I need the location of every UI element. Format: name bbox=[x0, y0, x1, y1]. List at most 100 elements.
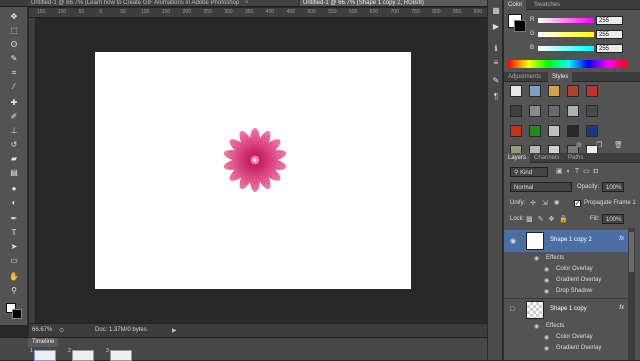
effects-eye-icon[interactable]: ◉ bbox=[534, 323, 539, 330]
effect-row-gradient-overlay[interactable]: ◉ Gradient Overlay bbox=[504, 343, 632, 354]
brush-presets-icon[interactable]: ✎ bbox=[491, 76, 501, 86]
pen-tool-icon[interactable]: ✒ bbox=[6, 213, 22, 224]
info-icon[interactable]: ℹ bbox=[491, 44, 501, 54]
tab-layers[interactable]: Layers bbox=[504, 153, 531, 163]
style-swatch[interactable] bbox=[586, 105, 598, 117]
style-swatch[interactable] bbox=[586, 85, 598, 97]
close-icon[interactable]: × bbox=[245, 0, 249, 6]
effect-eye-icon[interactable]: ◉ bbox=[544, 277, 549, 284]
new-style-icon[interactable]: ❐ bbox=[596, 141, 602, 149]
effect-eye-icon[interactable]: ◉ bbox=[544, 345, 549, 352]
actions-icon[interactable]: ▶ bbox=[491, 22, 501, 32]
dodge-tool-icon[interactable]: ◐ bbox=[6, 197, 22, 208]
effects-eye-icon[interactable]: ◉ bbox=[534, 255, 539, 262]
status-menu-arrow[interactable]: ▶ bbox=[172, 327, 177, 334]
style-swatch[interactable] bbox=[529, 85, 541, 97]
tab-styles[interactable]: Styles bbox=[548, 72, 573, 82]
move-tool-icon[interactable]: ✥ bbox=[6, 11, 22, 22]
type-tool-icon[interactable]: T bbox=[6, 227, 22, 238]
red-slider[interactable] bbox=[538, 18, 594, 23]
document-canvas[interactable] bbox=[95, 52, 411, 289]
effect-eye-icon[interactable]: ◉ bbox=[544, 334, 549, 341]
effect-eye-icon[interactable]: ◉ bbox=[544, 288, 549, 295]
marquee-tool-icon[interactable]: ⬚ bbox=[6, 25, 22, 36]
timeline-tab[interactable]: Timeline bbox=[28, 338, 59, 347]
document-tab-2[interactable]: Untitled-1 @ 66.7% (Shape 1 copy 2, RGB/… bbox=[300, 0, 487, 6]
zoom-tool-icon[interactable]: ⚲ bbox=[6, 285, 22, 296]
blend-mode-dropdown[interactable]: Normal bbox=[510, 182, 572, 192]
timeline-frame-3[interactable] bbox=[110, 350, 132, 361]
style-swatch[interactable] bbox=[529, 105, 541, 117]
layer-row-shape-1-copy[interactable]: □ Shape 1 copy fx bbox=[504, 298, 632, 320]
style-swatch[interactable] bbox=[567, 125, 579, 137]
timeline-frame-1[interactable] bbox=[34, 350, 56, 361]
brush-tool-icon[interactable]: ✐ bbox=[6, 111, 22, 122]
clear-style-icon[interactable]: ⊘ bbox=[576, 141, 582, 149]
style-swatch[interactable] bbox=[586, 125, 598, 137]
tab-color[interactable]: Color bbox=[504, 0, 527, 10]
rectangle-tool-icon[interactable]: ▭ bbox=[6, 255, 22, 266]
style-swatch[interactable] bbox=[510, 85, 522, 97]
tab-channels[interactable]: Channels bbox=[530, 153, 563, 163]
style-swatch[interactable] bbox=[510, 105, 522, 117]
hand-tool-icon[interactable]: ✋ bbox=[6, 271, 22, 282]
effects-row[interactable]: ◉ Effects bbox=[504, 253, 632, 264]
fx-icon[interactable]: fx bbox=[619, 236, 624, 242]
green-value-field[interactable]: 255 bbox=[596, 30, 623, 39]
document-tab-1[interactable]: Untitled-1 @ 66.7% (Learn how to Create … bbox=[28, 0, 298, 6]
eraser-tool-icon[interactable]: ▰ bbox=[6, 153, 22, 164]
paragraph-icon[interactable]: ¶ bbox=[491, 92, 501, 102]
gradient-tool-icon[interactable]: ▤ bbox=[6, 167, 22, 178]
quick-select-tool-icon[interactable]: ✎ bbox=[6, 53, 22, 64]
style-swatch[interactable] bbox=[548, 105, 560, 117]
clone-stamp-tool-icon[interactable]: ⊥ bbox=[6, 125, 22, 136]
layers-scrollbar[interactable] bbox=[628, 228, 635, 360]
style-swatch[interactable] bbox=[567, 85, 579, 97]
effect-row-gradient-overlay[interactable]: ◉ Gradient Overlay bbox=[504, 275, 632, 286]
history-icon[interactable]: ▦ bbox=[491, 6, 501, 16]
effect-row-color-overlay[interactable]: ◉ Color Overlay bbox=[504, 332, 632, 343]
blue-value-field[interactable]: 255 bbox=[596, 44, 623, 53]
tab-swatches[interactable]: Swatches bbox=[530, 0, 564, 10]
filter-type-icons[interactable]: ▣◐T▭◘ bbox=[556, 167, 626, 177]
style-swatch[interactable] bbox=[567, 105, 579, 117]
blue-slider[interactable] bbox=[538, 46, 594, 51]
effects-row[interactable]: ◉ Effects bbox=[504, 321, 632, 332]
style-swatch[interactable] bbox=[529, 125, 541, 137]
timeline-frame-2[interactable] bbox=[72, 350, 94, 361]
tab-paths[interactable]: Paths bbox=[564, 153, 587, 163]
red-value-field[interactable]: 255 bbox=[596, 16, 623, 25]
style-swatch[interactable] bbox=[548, 85, 560, 97]
properties-icon[interactable]: ≡ bbox=[491, 58, 501, 68]
layer-row-shape-1-copy-2[interactable]: ◉ Shape 1 copy 2 fx bbox=[504, 230, 632, 252]
visibility-eye-icon[interactable]: ◉ bbox=[510, 237, 516, 245]
crop-tool-icon[interactable]: ⌗ bbox=[6, 67, 22, 78]
green-slider[interactable] bbox=[538, 32, 594, 37]
effect-eye-icon[interactable]: ◉ bbox=[544, 266, 549, 273]
scrollbar-thumb[interactable] bbox=[629, 232, 634, 272]
history-brush-tool-icon[interactable]: ↺ bbox=[6, 139, 22, 150]
lasso-tool-icon[interactable]: ʘ bbox=[6, 39, 22, 50]
effect-row-drop-shadow[interactable]: ◉ Drop Shadow bbox=[504, 286, 632, 297]
visibility-eye-icon[interactable]: □ bbox=[510, 306, 514, 313]
eyedropper-tool-icon[interactable]: ⁄ bbox=[6, 81, 22, 92]
propagate-checkbox[interactable]: ✓ bbox=[574, 200, 581, 207]
lock-icons[interactable]: ▩✎✥🔒 bbox=[526, 215, 573, 223]
kind-filter-dropdown[interactable]: ⚲ Kind bbox=[510, 167, 548, 177]
unify-icons[interactable]: ✢⇲✺ bbox=[530, 199, 566, 207]
share-icon[interactable]: ⊙ bbox=[59, 327, 64, 334]
effect-row-color-overlay[interactable]: ◉ Color Overlay bbox=[504, 264, 632, 275]
path-select-tool-icon[interactable]: ➤ bbox=[6, 241, 22, 252]
healing-brush-tool-icon[interactable]: ✚ bbox=[6, 97, 22, 108]
blur-tool-icon[interactable]: ● bbox=[6, 183, 22, 194]
style-swatch[interactable] bbox=[548, 125, 560, 137]
color-spectrum-bar[interactable] bbox=[508, 60, 628, 68]
delete-style-icon[interactable]: 🗑 bbox=[614, 141, 623, 149]
fx-icon[interactable]: fx bbox=[619, 305, 624, 311]
opacity-field[interactable]: 100% bbox=[602, 182, 624, 192]
zoom-level[interactable]: 66.67% bbox=[32, 327, 52, 333]
fill-field[interactable]: 100% bbox=[602, 214, 624, 224]
tab-adjustments[interactable]: Adjustments bbox=[504, 72, 545, 82]
style-swatch[interactable] bbox=[510, 125, 522, 137]
background-color-swatch[interactable] bbox=[12, 309, 22, 319]
